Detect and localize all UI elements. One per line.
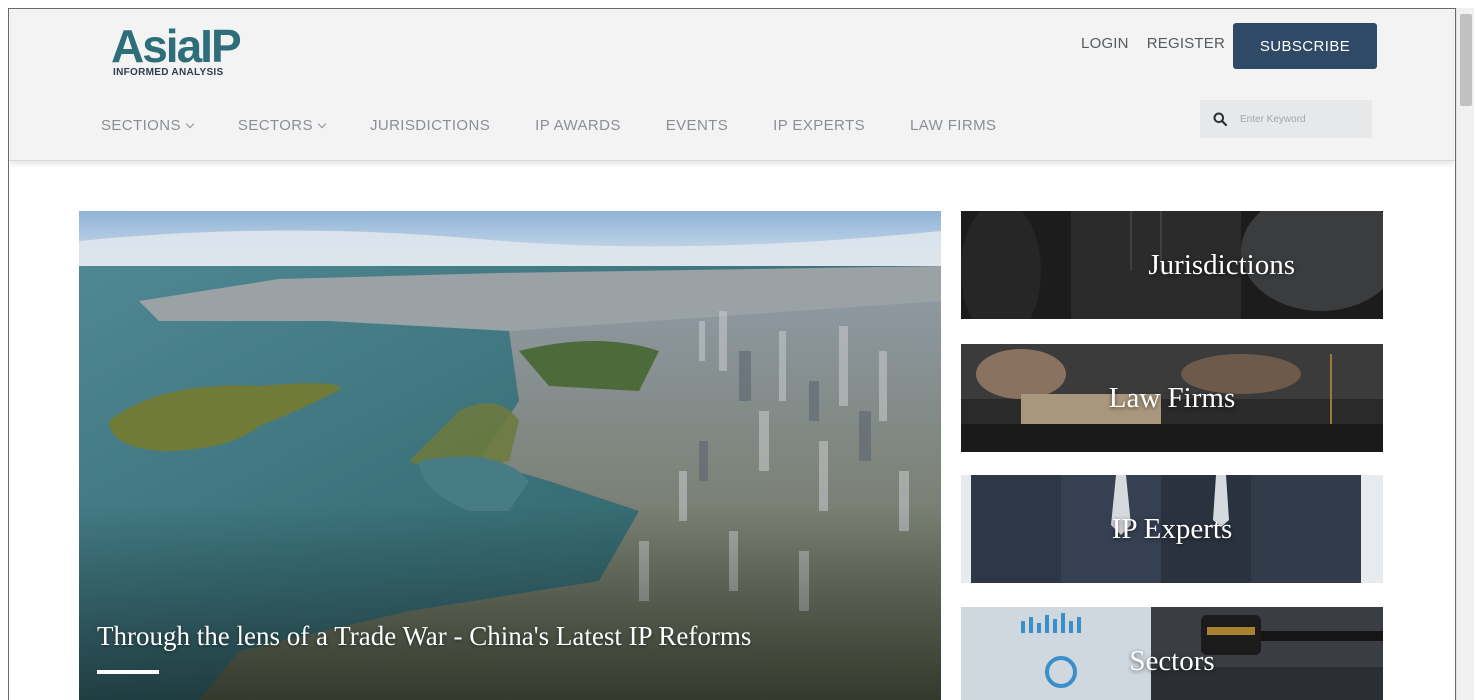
nav-item-label: LAW FIRMS — [909, 117, 997, 134]
tile-label: Jurisdictions — [1148, 248, 1295, 281]
chevron-down-icon — [185, 119, 195, 129]
site-header: AsiaIP INFORMED ANALYSIS LOGIN REGISTER … — [9, 9, 1455, 161]
register-link[interactable]: REGISTER — [1147, 35, 1225, 52]
scrollbar-thumb[interactable] — [1460, 14, 1472, 106]
nav-item-label: JURISDICTIONS — [369, 117, 491, 134]
tile-law-firms[interactable]: Law Firms — [961, 344, 1383, 452]
tile-label: IP Experts — [1111, 512, 1233, 545]
site-logo[interactable]: AsiaIP INFORMED ANALYSIS — [111, 20, 242, 78]
main-nav: SECTIONS SECTORS JURISDICTIONS IP AWARDS… — [101, 117, 1041, 134]
nav-item-label: IP AWARDS — [535, 117, 621, 134]
nav-item-sectors[interactable]: SECTORS — [237, 117, 327, 134]
search-input[interactable] — [1240, 113, 1360, 125]
login-link[interactable]: LOGIN — [1081, 35, 1129, 52]
featured-article[interactable]: Through the lens of a Trade War - China'… — [79, 211, 941, 700]
nav-item-label: SECTIONS — [101, 117, 181, 134]
hero-title[interactable]: Through the lens of a Trade War - China'… — [97, 621, 751, 652]
tile-label: Sectors — [1129, 644, 1215, 677]
subscribe-button[interactable]: SUBSCRIBE — [1233, 23, 1377, 69]
nav-item-events[interactable]: EVENTS — [666, 117, 728, 134]
chevron-down-icon — [317, 119, 327, 129]
tile-ip-experts[interactable]: IP Experts — [961, 475, 1383, 583]
hero-accent-bar — [97, 670, 159, 674]
browser-viewport: AsiaIP INFORMED ANALYSIS LOGIN REGISTER … — [8, 8, 1456, 700]
nav-item-jurisdictions[interactable]: JURISDICTIONS — [370, 117, 490, 134]
nav-item-ip-experts[interactable]: IP EXPERTS — [773, 117, 865, 134]
page-scrollbar[interactable] — [1456, 8, 1474, 700]
account-links: LOGIN REGISTER — [1081, 35, 1225, 52]
nav-item-sections[interactable]: SECTIONS — [101, 117, 195, 134]
logo-tagline: INFORMED ANALYSIS — [113, 67, 224, 78]
nav-item-label: EVENTS — [665, 117, 729, 134]
nav-item-ip-awards[interactable]: IP AWARDS — [535, 117, 621, 134]
tile-jurisdictions[interactable]: Jurisdictions — [961, 211, 1383, 319]
logo-wordmark: AsiaIP — [111, 20, 242, 72]
nav-item-law-firms[interactable]: LAW FIRMS — [910, 117, 996, 134]
nav-item-label: IP EXPERTS — [773, 117, 865, 134]
tile-label: Law Firms — [1108, 381, 1236, 414]
search-box — [1200, 100, 1372, 138]
tile-sectors[interactable]: Sectors — [961, 607, 1383, 700]
nav-item-label: SECTORS — [237, 117, 313, 134]
search-icon[interactable] — [1200, 112, 1240, 126]
